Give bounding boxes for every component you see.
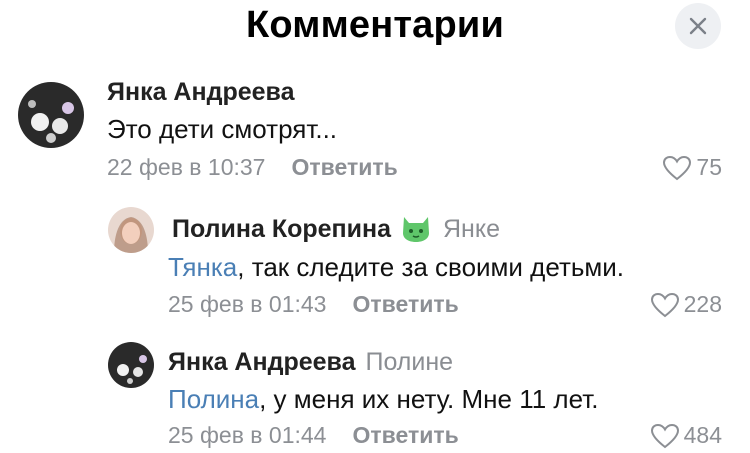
heart-icon <box>650 423 679 448</box>
reply-to-label[interactable]: Янке <box>443 215 500 244</box>
heart-icon <box>663 155 692 180</box>
comment-item: Полина Корепина Янке Тянка, так следите … <box>0 195 750 325</box>
comment-body: , так следите за своими детьми. <box>237 252 625 282</box>
mention-link[interactable]: Полина <box>168 384 259 414</box>
comment-item: Янка Андреева Полине Полина, у меня их н… <box>0 330 750 453</box>
author-line: Полина Корепина Янке <box>172 209 500 250</box>
reply-to-label[interactable]: Полине <box>365 348 453 377</box>
comment-meta: 25 фев в 01:43 Ответить <box>168 291 459 318</box>
reply-button[interactable]: Ответить <box>352 291 458 318</box>
comments-header: Комментарии <box>0 0 750 60</box>
comment-body: Это дети смотрят... <box>107 114 338 144</box>
cat-sticker-icon <box>399 209 433 250</box>
like-count: 484 <box>683 422 722 448</box>
like-button[interactable]: 75 <box>662 154 722 181</box>
author-name[interactable]: Полина Корепина <box>172 215 391 244</box>
comment-text: Тянка, так следите за своими детьми. <box>168 252 624 283</box>
comment-date: 25 фев в 01:43 <box>168 291 327 317</box>
comment-item: Янка Андреева Это дети смотрят... 22 фев… <box>0 70 750 190</box>
comment-text: Это дети смотрят... <box>107 114 337 145</box>
mention-link[interactable]: Тянка <box>168 252 237 282</box>
author-line: Янка Андреева <box>107 78 294 107</box>
avatar[interactable] <box>108 342 154 388</box>
close-button[interactable] <box>675 3 721 49</box>
like-count: 75 <box>696 154 722 180</box>
author-line: Янка Андреева Полине <box>168 348 453 377</box>
comment-date: 22 фев в 10:37 <box>107 154 266 180</box>
avatar[interactable] <box>18 82 84 148</box>
like-button[interactable]: 484 <box>650 422 722 449</box>
page-title: Комментарии <box>245 4 505 46</box>
comment-meta: 25 фев в 01:44 Ответить <box>168 422 459 449</box>
like-button[interactable]: 228 <box>650 291 722 318</box>
heart-icon <box>650 292 679 317</box>
author-name[interactable]: Янка Андреева <box>168 348 355 377</box>
reply-button[interactable]: Ответить <box>352 422 458 449</box>
author-name[interactable]: Янка Андреева <box>107 78 294 107</box>
comment-text: Полина, у меня их нету. Мне 11 лет. <box>168 384 598 415</box>
comment-meta: 22 фев в 10:37 Ответить <box>107 154 398 181</box>
avatar[interactable] <box>108 207 154 253</box>
comment-date: 25 фев в 01:44 <box>168 422 327 448</box>
comment-body: , у меня их нету. Мне 11 лет. <box>259 384 599 414</box>
like-count: 228 <box>683 291 722 317</box>
reply-button[interactable]: Ответить <box>291 154 397 181</box>
close-icon <box>689 17 707 35</box>
